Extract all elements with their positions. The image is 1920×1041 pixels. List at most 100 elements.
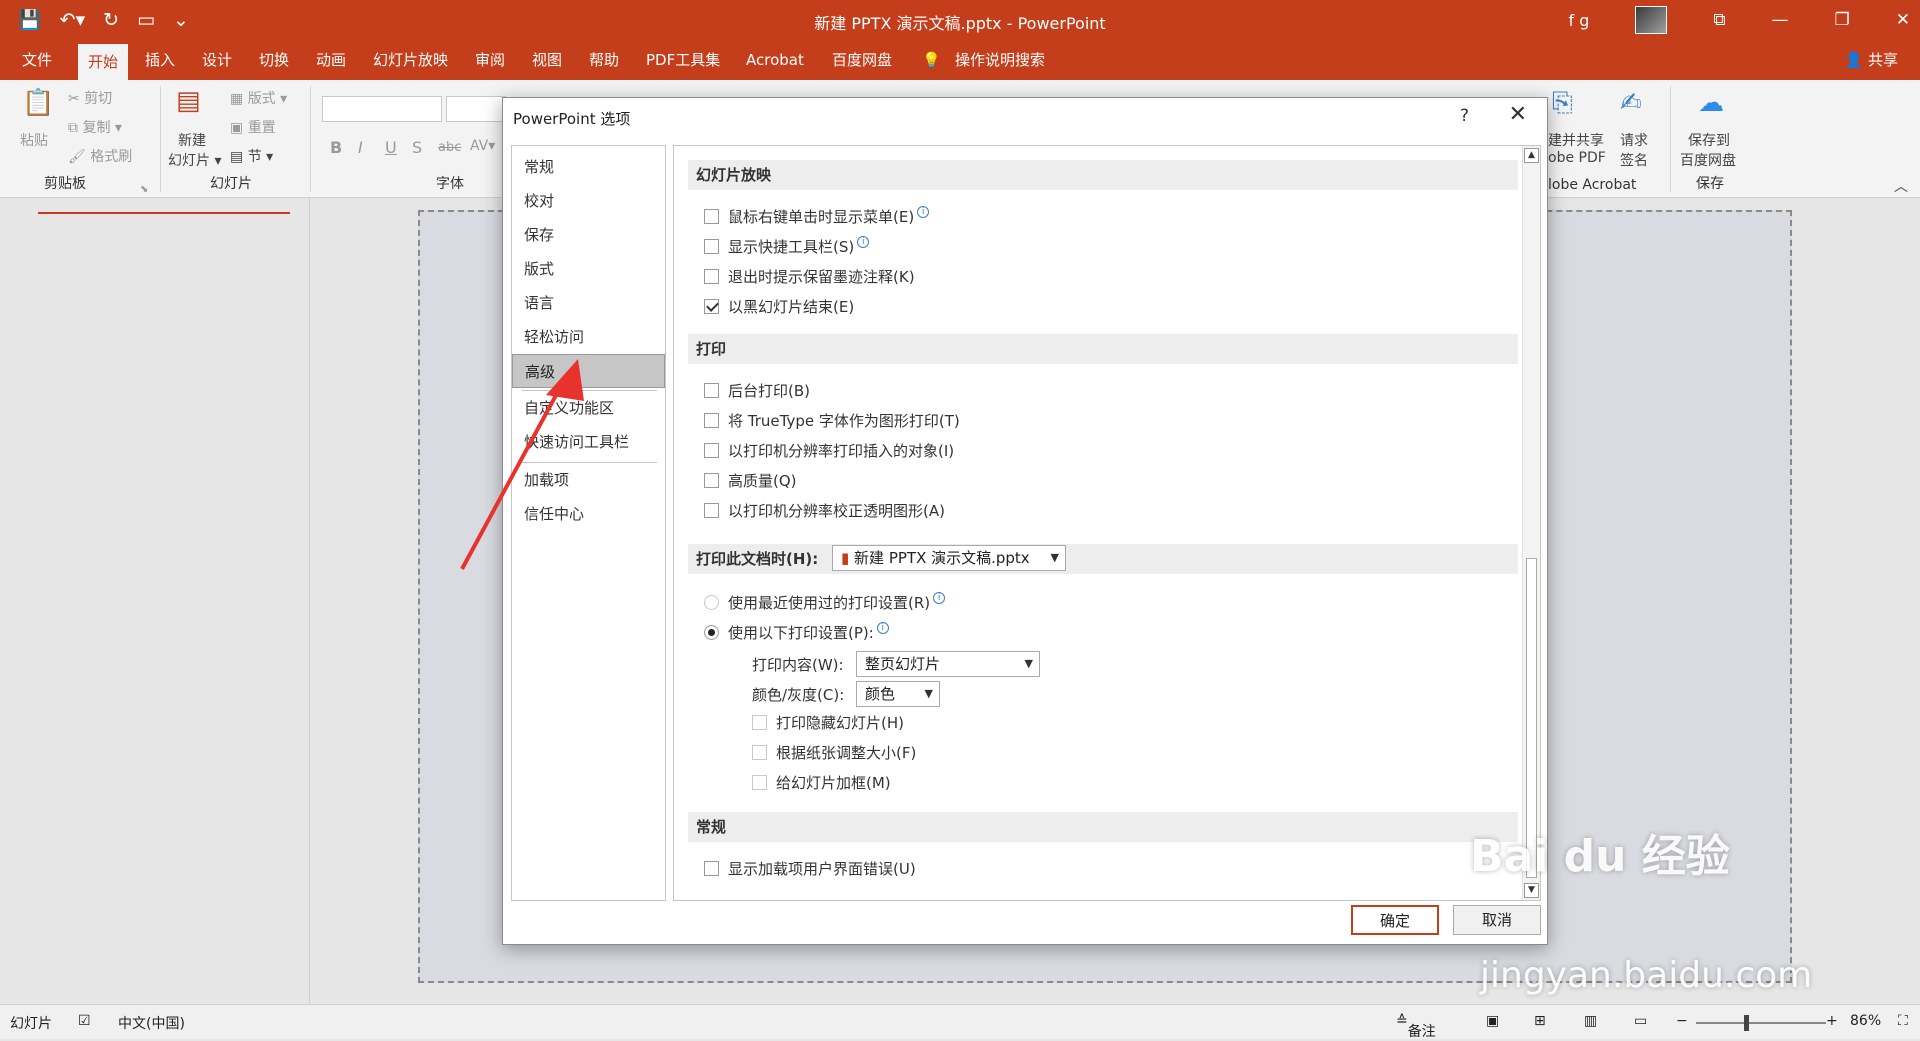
zoom-slider-thumb[interactable] [1744,1015,1749,1031]
checkbox[interactable] [704,413,719,428]
nav-proofing[interactable]: 校对 [512,184,665,218]
request-signature-icon[interactable]: ✍ [1620,88,1642,118]
slide-thumbnail-pane[interactable] [0,198,310,1004]
tab-transitions[interactable]: 切换 [259,40,289,80]
scroll-down-icon[interactable]: ▼ [1524,883,1539,898]
option-print-hidden-slides[interactable]: 打印隐藏幻灯片(H) [752,712,904,733]
nav-save[interactable]: 保存 [512,218,665,252]
language-indicator[interactable]: 中文(中国) [118,1013,185,1033]
option-end-black-slide[interactable]: 以黑幻灯片结束(E) [704,296,854,317]
bold-icon[interactable]: B [330,138,342,157]
checkbox[interactable] [704,861,719,876]
paste-icon[interactable]: 📋 [22,88,54,118]
option-background-print[interactable]: 后台打印(B) [704,380,810,401]
layout-button[interactable]: ▦ 版式 ▾ [230,88,287,108]
print-document-select[interactable]: ▮ 新建 PPTX 演示文稿.pptx ▼ [832,545,1066,571]
zoom-out-icon[interactable]: − [1676,1013,1688,1029]
radio-checked[interactable] [704,625,719,640]
notes-button[interactable]: ≙ 备注 [1396,1013,1436,1040]
checkbox[interactable] [704,209,719,224]
shadow-icon[interactable]: S [412,138,422,157]
tab-insert[interactable]: 插入 [145,40,175,80]
tab-help[interactable]: 帮助 [589,40,619,80]
strikethrough-icon[interactable]: abc [438,140,461,155]
checkbox[interactable] [704,443,719,458]
normal-view-icon[interactable]: ▣ [1486,1013,1499,1029]
clipboard-launcher-icon[interactable]: ⬊ [140,184,148,195]
checkbox[interactable] [752,715,767,730]
option-right-click-menu[interactable]: 鼠标右键单击时显示菜单(E) i [704,205,930,227]
option-high-quality[interactable]: 高质量(Q) [704,470,797,491]
tab-design[interactable]: 设计 [202,40,232,80]
share-button[interactable]: 👤 共享 [1845,40,1898,80]
tab-pdf-tools[interactable]: PDF工具集 [646,40,720,80]
checkbox[interactable] [752,745,767,760]
zoom-level[interactable]: 86% [1850,1013,1881,1029]
minimize-icon[interactable]: — [1772,10,1789,30]
print-content-select[interactable]: 整页幻灯片 ▼ [856,651,1040,677]
new-slide-label-1[interactable]: 新建 [178,130,206,150]
reset-button[interactable]: ▣ 重置 [230,117,276,137]
option-frame-slides[interactable]: 给幻灯片加框(M) [752,772,891,793]
option-following-print-settings[interactable]: 使用以下打印设置(P): i [704,621,889,643]
help-button[interactable]: ? [1460,106,1469,126]
tab-view[interactable]: 视图 [532,40,562,80]
checkbox[interactable] [704,473,719,488]
cut-button[interactable]: ✂ 剪切 [68,88,112,108]
checkbox[interactable] [704,269,719,284]
request-sign-label-1[interactable]: 请求 [1620,130,1648,150]
underline-icon[interactable]: U [385,138,397,157]
create-share-label-1[interactable]: 建并共享 [1548,130,1604,150]
font-name-combo[interactable] [322,96,442,122]
ok-button[interactable]: 确定 [1351,905,1439,935]
zoom-slider[interactable] [1696,1022,1826,1024]
user-name[interactable]: f g [1568,11,1589,30]
save-to-label-1[interactable]: 保存到 [1688,130,1730,150]
checkbox[interactable] [704,383,719,398]
option-transparent-graphics[interactable]: 以打印机分辨率校正透明图形(A) [704,500,945,521]
font-size-combo[interactable] [446,96,506,122]
tab-baidu-netdisk[interactable]: 百度网盘 [832,40,892,80]
fit-slide-icon[interactable]: ⛶ [1898,1013,1908,1029]
option-scale-to-paper[interactable]: 根据纸张调整大小(F) [752,742,916,763]
restore-icon[interactable]: ❐ [1835,10,1850,30]
option-truetype-graphics[interactable]: 将 TrueType 字体作为图形打印(T) [704,410,960,431]
tab-slideshow[interactable]: 幻灯片放映 [373,40,448,80]
request-sign-label-2[interactable]: 签名 [1620,150,1648,170]
zoom-in-icon[interactable]: + [1826,1013,1838,1029]
italic-icon[interactable]: I [358,138,363,157]
format-painter-button[interactable]: 🖌 格式刷 [68,146,132,166]
slide-sorter-icon[interactable]: ⊞ [1534,1013,1546,1029]
baidu-netdisk-icon[interactable]: ☁ [1698,88,1724,118]
tab-animations[interactable]: 动画 [316,40,346,80]
tab-review[interactable]: 审阅 [475,40,505,80]
checkbox[interactable] [704,503,719,518]
save-to-label-2[interactable]: 百度网盘 [1680,150,1736,170]
option-recent-print-settings[interactable]: 使用最近使用过的打印设置(R) i [704,591,946,613]
checkbox[interactable] [704,239,719,254]
color-grayscale-select[interactable]: 颜色 ▼ [856,681,940,707]
tell-me-search[interactable]: 操作说明搜索 [955,40,1045,80]
nav-language[interactable]: 语言 [512,286,665,320]
checkbox[interactable] [752,775,767,790]
radio[interactable] [704,595,719,610]
nav-accessibility[interactable]: 轻松访问 [512,320,665,354]
collapse-ribbon-icon[interactable]: ︿ [1894,176,1908,196]
tab-home[interactable]: 开始 [78,44,129,80]
section-button[interactable]: ▤ 节 ▾ [230,146,273,166]
close-window-icon[interactable]: ✕ [1896,10,1910,30]
tab-acrobat[interactable]: Acrobat [746,40,804,80]
new-slide-icon[interactable]: ▤ [176,86,201,116]
ribbon-display-options-icon[interactable]: ⧉ [1713,10,1725,30]
cancel-button[interactable]: 取消 [1453,905,1541,935]
spellcheck-icon[interactable]: ☑ [78,1013,91,1029]
new-slide-label-2[interactable]: 幻灯片 ▾ [168,150,221,170]
copy-button[interactable]: ⧉ 复制 ▾ [68,117,122,137]
scroll-up-icon[interactable]: ▲ [1524,148,1539,163]
option-keep-ink[interactable]: 退出时提示保留墨迹注释(K) [704,266,915,287]
close-icon[interactable]: ✕ [1509,102,1527,127]
option-show-popup-toolbar[interactable]: 显示快捷工具栏(S) i [704,235,870,257]
create-share-pdf-icon[interactable]: ⎘ [1552,88,1573,119]
option-printer-res-objects[interactable]: 以打印机分辨率打印插入的对象(I) [704,440,954,461]
content-scrollbar[interactable]: ▲ ▼ [1522,146,1540,900]
